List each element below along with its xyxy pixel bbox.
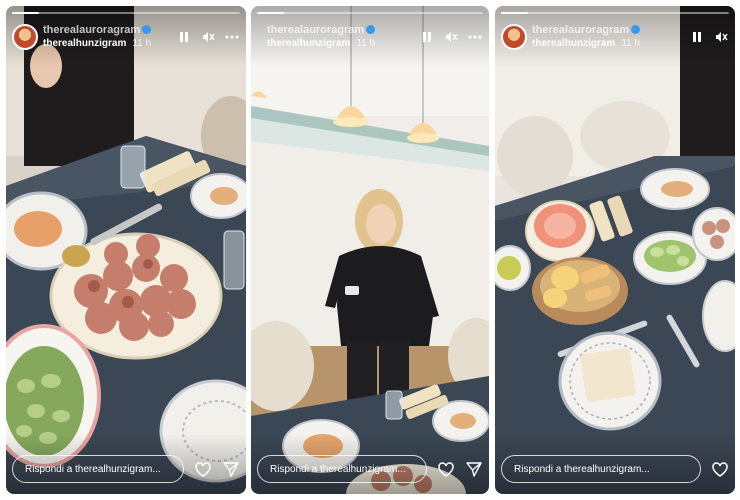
pause-icon (423, 32, 431, 42)
post-time: 11 h (356, 38, 376, 49)
reply-input[interactable]: Rispondi a therealhunzigram... (257, 455, 427, 483)
story-progress-fill (257, 12, 285, 14)
story-controls (689, 29, 729, 45)
heart-icon (195, 461, 211, 477)
send-button[interactable] (222, 460, 240, 478)
story-controls (176, 29, 240, 45)
story-footer: Rispondi a therealhunzigram... (501, 454, 729, 484)
author-username[interactable]: therealhunzigram (532, 37, 615, 50)
story-image-woman-dining-room (251, 6, 489, 494)
collaborator-username[interactable]: therealauroragram (532, 24, 641, 37)
send-icon (223, 462, 239, 477)
more-icon (225, 35, 239, 39)
collaborator-username-text: therealauroragram (532, 24, 630, 36)
post-time: 11 h (621, 38, 641, 49)
collaborator-username[interactable]: therealauroragram (267, 24, 376, 37)
story-user-info: therealauroragram therealhunzigram 11 h (532, 24, 641, 50)
pause-button[interactable] (176, 29, 192, 45)
stories-collage: therealauroragram therealhunzigram 11 h R… (0, 0, 740, 500)
story-user-info: therealauroragram therealhunzigram 11 h (267, 24, 376, 50)
story-panel-1[interactable]: therealauroragram therealhunzigram 11 h R… (6, 6, 246, 494)
story-image-table-bread-salmon (495, 6, 735, 494)
story-progress-fill (12, 12, 40, 14)
post-time: 11 h (132, 38, 152, 49)
story-progress-bar (12, 12, 240, 14)
like-button[interactable] (194, 460, 212, 478)
like-button[interactable] (711, 460, 729, 478)
avatar[interactable] (12, 24, 38, 50)
pause-icon (180, 32, 188, 42)
story-header: therealauroragram therealhunzigram 11 h (12, 20, 240, 54)
mute-button[interactable] (443, 29, 459, 45)
story-image-meatballs-table (6, 6, 246, 494)
author-username[interactable]: therealhunzigram (43, 37, 126, 50)
pause-icon (693, 32, 701, 42)
reply-input[interactable]: Rispondi a therealhunzigram... (501, 455, 701, 483)
story-header: therealauroragram therealhunzigram 11 h (501, 20, 729, 54)
story-footer: Rispondi a therealhunzigram... (12, 454, 240, 484)
story-panel-2[interactable]: therealauroragram therealhunzigram 11 h R… (251, 6, 489, 494)
reply-input[interactable]: Rispondi a therealhunzigram... (12, 455, 184, 483)
story-user-info: therealauroragram therealhunzigram 11 h (43, 24, 152, 50)
more-options-button[interactable] (467, 29, 483, 45)
send-button[interactable] (465, 460, 483, 478)
send-icon (466, 462, 482, 477)
heart-icon (712, 461, 728, 477)
pause-button[interactable] (419, 29, 435, 45)
collaborator-username-text: therealauroragram (267, 24, 365, 36)
more-options-button[interactable] (224, 29, 240, 45)
story-progress-fill (501, 12, 529, 14)
verified-badge-icon (631, 25, 641, 34)
story-progress-bar (501, 12, 729, 14)
mute-icon (716, 32, 728, 42)
story-panel-3[interactable]: therealauroragram therealhunzigram 11 h R… (495, 6, 735, 494)
like-button[interactable] (437, 460, 455, 478)
collaborator-username[interactable]: therealauroragram (43, 24, 152, 37)
story-progress-bar (257, 12, 483, 14)
story-controls (419, 29, 483, 45)
avatar[interactable] (501, 24, 527, 50)
mute-button[interactable] (713, 29, 729, 45)
mute-icon (203, 32, 215, 42)
story-header: therealauroragram therealhunzigram 11 h (257, 20, 483, 54)
more-icon (468, 35, 482, 39)
verified-badge-icon (142, 25, 152, 34)
collaborator-username-text: therealauroragram (43, 24, 141, 36)
verified-badge-icon (366, 25, 376, 34)
heart-icon (438, 461, 454, 477)
author-username[interactable]: therealhunzigram (267, 37, 350, 50)
story-footer: Rispondi a therealhunzigram... (257, 454, 483, 484)
pause-button[interactable] (689, 29, 705, 45)
mute-button[interactable] (200, 29, 216, 45)
mute-icon (446, 32, 458, 42)
